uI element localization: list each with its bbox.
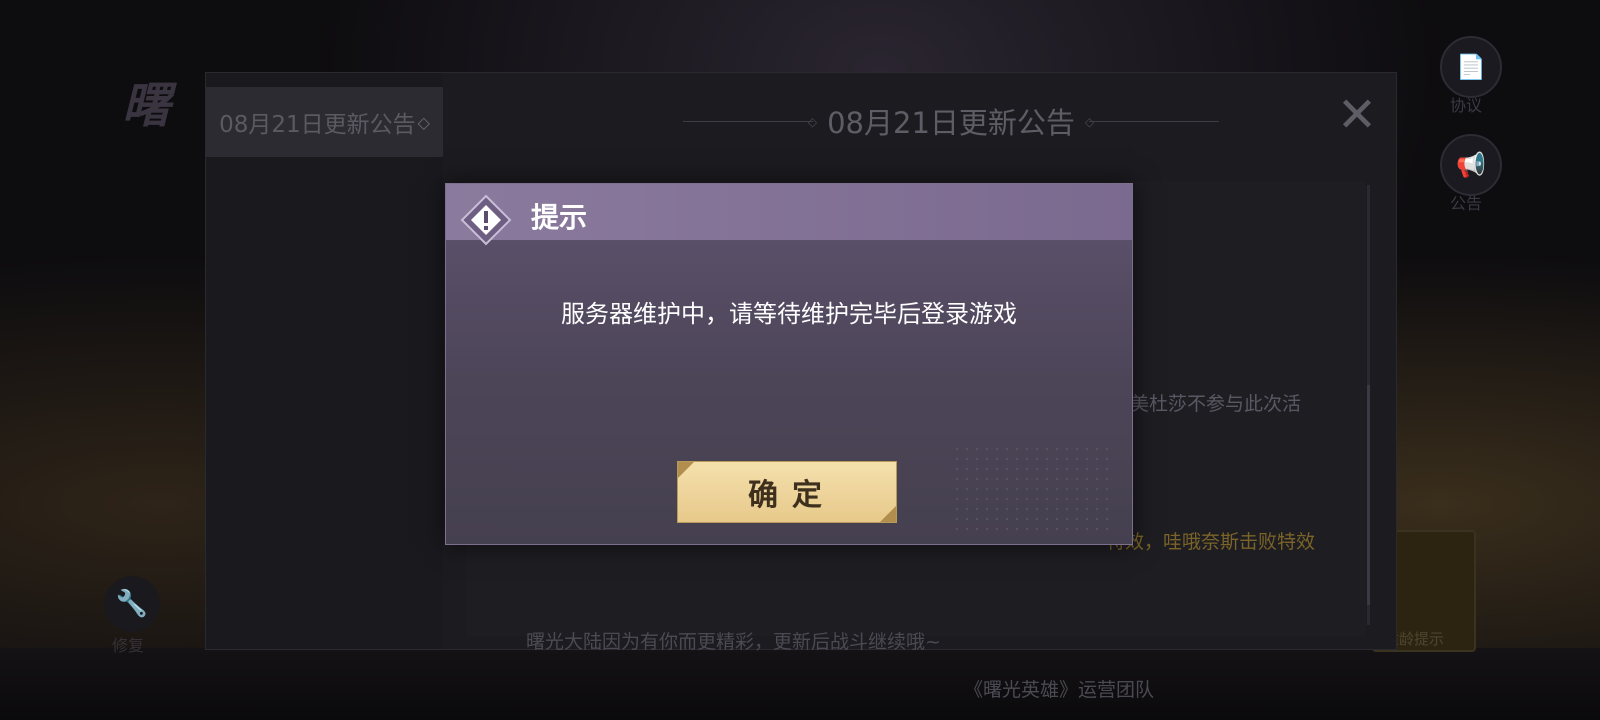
button-corner-decoration [880, 506, 896, 522]
dialog-decoration-dots [952, 444, 1112, 534]
close-icon[interactable]: ✕ [1335, 91, 1379, 139]
button-corner-decoration [678, 462, 694, 478]
game-logo: 曙 [122, 78, 171, 134]
protocol-icon[interactable]: 📄 [1440, 36, 1502, 98]
announcement-line: 曙光大陆因为有你而更精彩，更新后战斗继续哦~ [526, 631, 941, 653]
protocol-label: 协议 [1450, 96, 1483, 115]
confirm-button[interactable]: 确定 [677, 461, 897, 523]
repair-label: 修复 [112, 636, 145, 655]
diamond-icon: ◇ [417, 112, 430, 132]
announcement-sidebar: 08月21日更新公告 ◇ [206, 73, 443, 649]
announcement-line: 与美杜莎不参与此次活 [1111, 393, 1302, 415]
announcement-header: ◇ 08月21日更新公告 ◇ [646, 101, 1256, 141]
alert-dialog: 提示 服务器维护中，请等待维护完毕后登录游戏 确定 [445, 183, 1133, 545]
confirm-label: 确定 [748, 478, 836, 513]
scrollbar-thumb[interactable] [1367, 385, 1370, 605]
warning-diamond-icon [460, 194, 512, 246]
announcement-tab[interactable]: 08月21日更新公告 ◇ [206, 87, 443, 157]
dialog-title: 提示 [531, 201, 588, 234]
wrench-icon[interactable]: 🔧 [104, 576, 160, 632]
announcement-scrollbar[interactable] [1367, 185, 1370, 625]
announcement-line: 特效，哇哦奈斯击败特效 [1106, 531, 1316, 553]
announcement-title: 08月21日更新公告 [827, 106, 1075, 140]
announcement-tab-label: 08月21日更新公告 [219, 112, 416, 138]
dialog-message: 服务器维护中，请等待维护完毕后登录游戏 [561, 300, 1017, 328]
megaphone-icon[interactable]: 📢 [1440, 134, 1502, 196]
title-decoration-left: ◇ [683, 115, 817, 129]
bottom-strip [0, 648, 1600, 720]
title-decoration-right: ◇ [1085, 115, 1219, 129]
announcement-label: 公告 [1450, 194, 1483, 213]
announcement-signature: 《曙光英雄》运营团队 [964, 679, 1155, 701]
